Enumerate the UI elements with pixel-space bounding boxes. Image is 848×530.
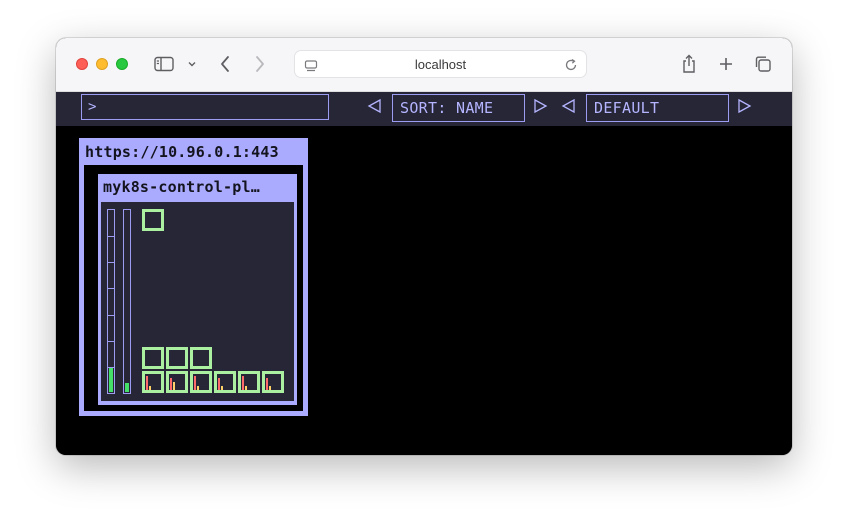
pod-box[interactable] (190, 371, 212, 393)
chevron-down-icon[interactable] (186, 52, 198, 76)
pod-memory-bar (149, 386, 151, 390)
pod-cpu-bar (146, 376, 148, 390)
pod-box[interactable] (166, 347, 188, 369)
bar-tick (108, 315, 114, 316)
pod-memory-bar (221, 386, 223, 390)
color-next-icon[interactable] (736, 98, 752, 114)
tabs-icon[interactable] (753, 52, 773, 76)
url-text: localhost (414, 57, 467, 72)
pod-memory-bar (245, 386, 247, 390)
node-box[interactable]: myk8s-control-pl… (98, 174, 297, 405)
forward-icon (252, 52, 268, 76)
pod-box[interactable] (190, 347, 212, 369)
cluster-canvas: https://10.96.0.1:443 myk8s-control-pl… (56, 126, 792, 455)
node-title: myk8s-control-pl… (103, 178, 260, 196)
color-prev-icon[interactable] (561, 98, 577, 114)
reload-icon[interactable] (564, 57, 578, 76)
browser-window: localhost > SORT: NAME DEFAULT https://1… (56, 38, 792, 455)
pod-box[interactable] (166, 371, 188, 393)
node-memory-fill (125, 383, 129, 392)
pod-cpu-bar (218, 378, 220, 390)
back-icon[interactable] (217, 52, 233, 76)
pod-memory-bar (269, 386, 271, 390)
pod-box[interactable] (238, 371, 260, 393)
sidebar-icon[interactable] (153, 52, 175, 76)
bar-tick (108, 367, 114, 368)
pod-box[interactable] (214, 371, 236, 393)
color-scheme-selector[interactable]: DEFAULT (586, 94, 729, 122)
bar-tick (108, 288, 114, 289)
pod-cpu-bar (242, 376, 244, 390)
node-body (101, 202, 294, 401)
filter-input[interactable]: > (81, 94, 329, 120)
pod-box[interactable] (262, 371, 284, 393)
node-cpu-bar (107, 209, 115, 394)
cluster-box[interactable]: https://10.96.0.1:443 myk8s-control-pl… (79, 138, 308, 416)
pod-memory-bar (173, 382, 175, 390)
pod-cpu-bar (170, 378, 172, 390)
pod-box[interactable] (142, 209, 164, 231)
minimize-window-button[interactable] (96, 58, 108, 70)
sort-prev-icon[interactable] (367, 98, 383, 114)
pod-box[interactable] (142, 371, 164, 393)
sort-selector[interactable]: SORT: NAME (392, 94, 525, 122)
cluster-inner: myk8s-control-pl… (84, 165, 303, 411)
app-toolbar: > SORT: NAME DEFAULT (56, 92, 792, 126)
pod-memory-bar (197, 386, 199, 390)
cluster-title: https://10.96.0.1:443 (85, 143, 279, 161)
zoom-window-button[interactable] (116, 58, 128, 70)
bar-tick (108, 262, 114, 263)
browser-titlebar: localhost (56, 38, 792, 92)
node-memory-bar (123, 209, 131, 394)
pod-box[interactable] (142, 347, 164, 369)
bar-tick (108, 236, 114, 237)
bar-tick (108, 341, 114, 342)
sort-next-icon[interactable] (532, 98, 548, 114)
close-window-button[interactable] (76, 58, 88, 70)
address-bar[interactable]: localhost (294, 50, 587, 78)
plus-icon[interactable] (716, 52, 736, 76)
pod-cpu-bar (266, 378, 268, 390)
share-icon[interactable] (679, 52, 699, 76)
pod-cpu-bar (194, 376, 196, 390)
node-cpu-fill (109, 368, 113, 392)
